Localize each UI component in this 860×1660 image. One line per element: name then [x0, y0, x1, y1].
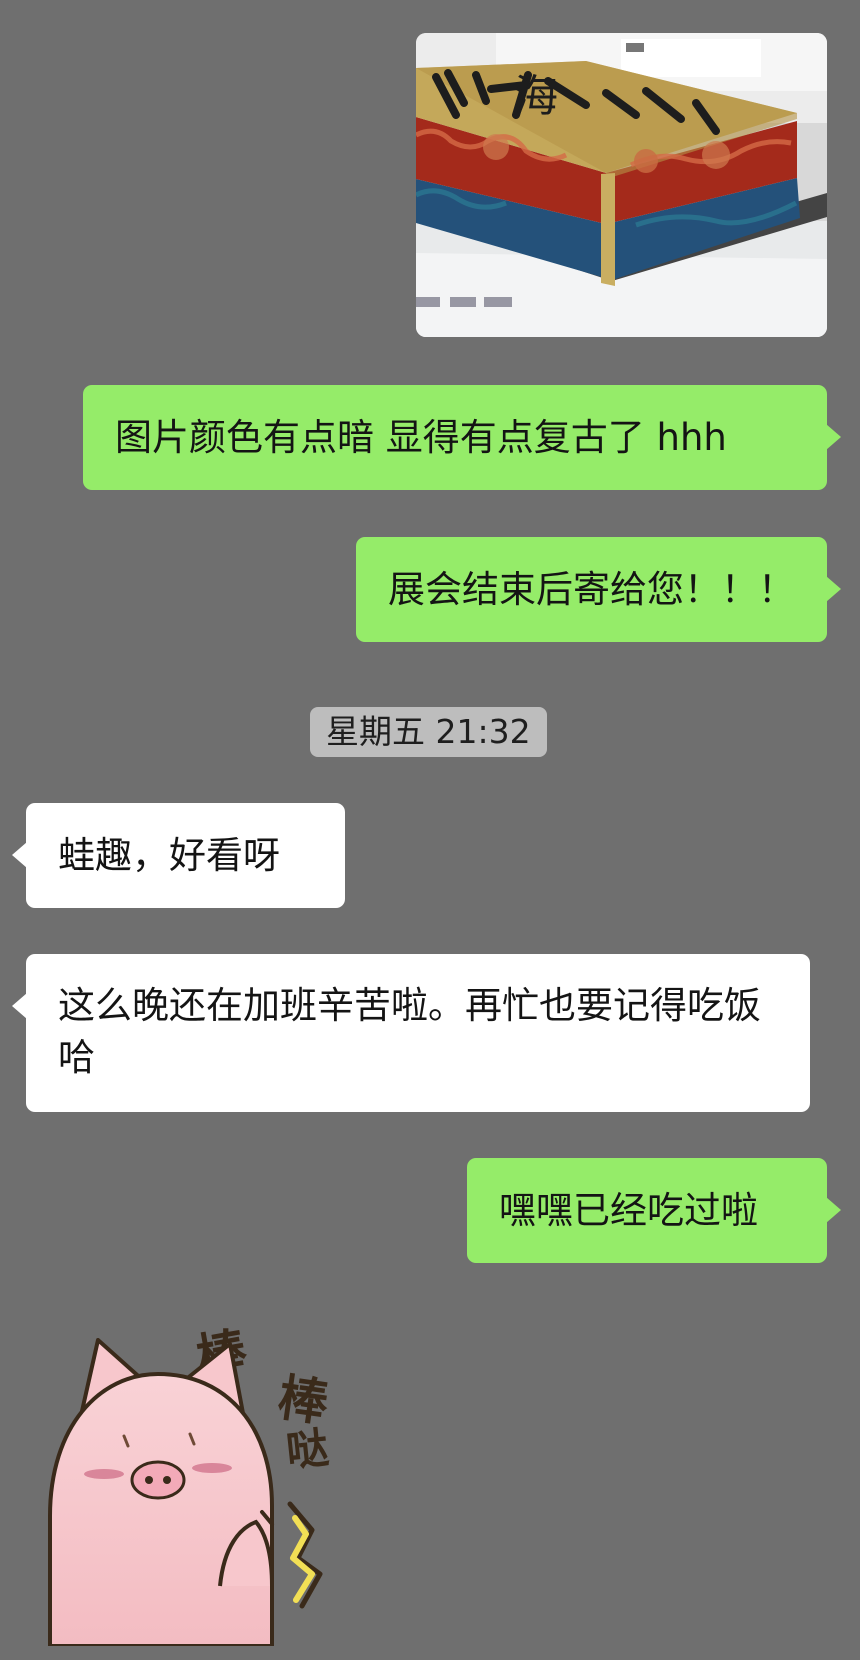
photo-message[interactable]: 海: [416, 33, 827, 337]
message-text: 图片颜色有点暗 显得有点复古了 hhh: [115, 416, 727, 459]
sticker-graphic: 棒 棒 哒: [48, 1322, 333, 1648]
message-text: 展会结束后寄给您！！！: [388, 568, 795, 611]
received-message-bubble[interactable]: 蛙趣，好看呀: [12, 803, 345, 908]
timestamp-text: 星期五 21:32: [326, 712, 531, 751]
message-text: 嘿嘿已经吃过啦: [499, 1189, 758, 1232]
sticker-caption-char: 哒: [284, 1423, 331, 1476]
svg-text:海: 海: [514, 71, 558, 122]
message-text: 蛙趣，好看呀: [58, 834, 280, 877]
timestamp-separator: 星期五 21:32: [310, 707, 547, 757]
sent-message-bubble[interactable]: 图片颜色有点暗 显得有点复古了 hhh: [83, 385, 841, 490]
pig-thumbs-up-sticker[interactable]: 棒 棒 哒: [40, 1316, 370, 1648]
received-message-bubble[interactable]: 这么晚还在加班辛苦啦。再忙也要记得吃饭哈: [12, 954, 810, 1112]
sent-message-bubble[interactable]: 展会结束后寄给您！！！: [356, 537, 841, 642]
book-photo: 海: [416, 33, 827, 337]
chat-window: 海 图片颜色有点暗 显得有点复古了 hhh 展会结束后寄给您！！！ 星期五 21…: [0, 0, 860, 1660]
sent-message-bubble[interactable]: 嘿嘿已经吃过啦: [467, 1158, 841, 1263]
message-text: 这么晚还在加班辛苦啦。再忙也要记得吃饭哈: [58, 984, 761, 1079]
